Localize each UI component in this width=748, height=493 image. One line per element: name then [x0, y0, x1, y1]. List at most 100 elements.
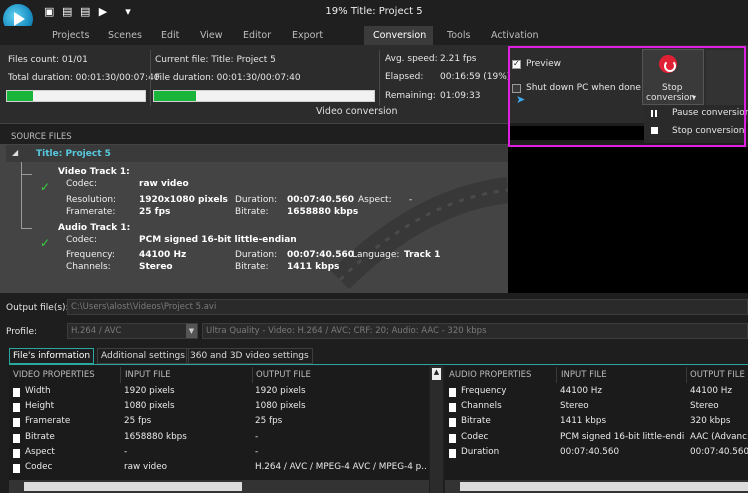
- profile-select[interactable]: H.264 / AVC: [67, 323, 198, 339]
- collapse-arrow-icon[interactable]: ◢: [12, 148, 18, 157]
- aspect-label: Aspect:: [358, 195, 392, 205]
- subtab-additional-settings[interactable]: Additional settings: [97, 348, 189, 364]
- video-cell-property: Codec: [25, 462, 53, 472]
- audio-duration-label: Duration:: [235, 250, 278, 260]
- audio-table-row[interactable]: [445, 415, 446, 416]
- video-table-row[interactable]: [9, 385, 10, 386]
- video-duration-label: Duration:: [235, 195, 278, 205]
- profile-select-value: H.264 / AVC: [71, 326, 122, 336]
- remaining-value: 01:09:33: [440, 91, 481, 101]
- files-count: Files count: 01/01: [8, 55, 88, 65]
- video-cell-property: Framerate: [25, 416, 71, 427]
- video-track-label: Video Track 1:: [58, 167, 130, 177]
- audio-cell-property: Bitrate: [461, 416, 491, 427]
- audio-cell-input: 1411 kbps: [560, 416, 607, 427]
- property-file-icon: [449, 403, 456, 413]
- scroll-up-icon[interactable]: ▲: [432, 368, 441, 380]
- framerate-value: 25 fps: [139, 207, 171, 217]
- video-cell-output: 1920 pixels: [255, 386, 306, 396]
- video-table-row[interactable]: [9, 446, 10, 447]
- audio-cell-output: Stereo: [690, 401, 719, 412]
- framerate-label: Framerate:: [66, 207, 116, 217]
- video-table-row[interactable]: [9, 400, 10, 401]
- current-file: Current file: Title: Project 5: [155, 55, 276, 65]
- audio-cell-output: 320 kbps: [690, 416, 731, 427]
- video-table-row[interactable]: [9, 431, 10, 432]
- video-cell-input: 1920 pixels: [124, 386, 175, 396]
- tree-line: [21, 162, 22, 228]
- subtab-files-information[interactable]: File's information: [9, 348, 95, 364]
- frequency-value: 44100 Hz: [139, 250, 187, 260]
- property-file-icon: [449, 433, 456, 443]
- audio-cell-property: Duration: [461, 446, 500, 457]
- audio-cell-property: Frequency: [461, 386, 507, 396]
- profile-description-field[interactable]: Ultra Quality - Video: H.264 / AVC; CRF:…: [202, 323, 748, 339]
- tab-projects[interactable]: Projects: [52, 26, 92, 45]
- audio-table-row[interactable]: [445, 446, 446, 447]
- video-table-row[interactable]: [9, 415, 10, 416]
- preview-area: [508, 147, 748, 293]
- window-title: 19% Title: Project 5: [325, 6, 423, 17]
- resolution-label: Resolution:: [66, 195, 117, 205]
- audio-cell-input: PCM signed 16-bit little-endi...: [560, 431, 684, 442]
- column-divider: [120, 367, 121, 383]
- tab-export-project[interactable]: Export project: [292, 26, 358, 60]
- property-file-icon: [13, 403, 20, 413]
- column-divider: [252, 367, 253, 383]
- audio-table-row[interactable]: [445, 385, 446, 386]
- audio-col-output: OUTPUT FILE: [690, 370, 745, 380]
- audio-h-scroll-thumb[interactable]: [460, 482, 748, 491]
- property-file-icon: [13, 388, 20, 397]
- property-file-icon: [13, 448, 20, 458]
- audio-cell-property: Codec: [461, 431, 489, 442]
- file-duration: File duration: 00:01:30/00:07:40: [155, 73, 301, 83]
- tab-edit[interactable]: Edit: [161, 26, 187, 45]
- audio-bitrate-value: 1411 kbps: [287, 262, 340, 272]
- aspect-value: -: [409, 195, 413, 205]
- tab-tools[interactable]: Tools: [447, 26, 477, 45]
- video-table-row[interactable]: [9, 461, 10, 462]
- tree-line: [21, 174, 32, 175]
- video-h-scroll-thumb[interactable]: [24, 482, 242, 491]
- video-cell-output: H.264 / AVC / MPEG-4 AVC / MPEG-4 p...: [255, 462, 427, 472]
- total-duration: Total duration: 00:01:30/00:07:40: [8, 73, 160, 83]
- video-bitrate-label: Bitrate:: [235, 207, 269, 217]
- elapsed-label: Elapsed:: [385, 72, 424, 82]
- tab-activation[interactable]: Activation: [491, 26, 541, 45]
- video-codec-label: Codec:: [66, 179, 98, 189]
- video-cell-output: -: [255, 446, 259, 457]
- remaining-label: Remaining:: [385, 91, 436, 101]
- group-divider: [150, 50, 151, 106]
- source-title: Title: Project 5: [36, 149, 111, 159]
- audio-cell-output: AAC (Advanc: [690, 431, 747, 442]
- video-duration-value: 00:07:40.560: [287, 195, 354, 205]
- video-cell-input: raw video: [124, 462, 168, 472]
- audio-cell-output: 00:07:40.560: [690, 446, 748, 457]
- profile-dropdown-icon[interactable]: ▼: [186, 324, 197, 338]
- video-table-scrollbar[interactable]: [430, 366, 443, 493]
- video-cell-property: Height: [25, 401, 55, 412]
- property-file-icon: [449, 418, 456, 428]
- audio-col-input: INPUT FILE: [561, 370, 607, 380]
- video-cell-property: Aspect: [25, 446, 55, 457]
- tab-conversion[interactable]: Conversion: [364, 26, 433, 45]
- tab-scenes[interactable]: Scenes: [108, 26, 144, 45]
- audio-cell-input: Stereo: [560, 401, 589, 412]
- video-codec-value: raw video: [139, 179, 189, 189]
- tab-editor[interactable]: Editor: [243, 26, 277, 45]
- audio-table-row[interactable]: [445, 431, 446, 432]
- video-track-check-icon: ✓: [40, 180, 51, 194]
- output-path-field[interactable]: C:\Users\alost\Videos\Project 5.avi: [67, 299, 748, 315]
- property-file-icon: [13, 464, 20, 473]
- video-cell-output: 25 fps: [255, 416, 283, 427]
- subtab-360-3d-settings[interactable]: 360 and 3D video settings: [186, 348, 313, 364]
- audio-codec-label: Codec:: [66, 235, 98, 245]
- tab-view[interactable]: View: [200, 26, 230, 45]
- audio-track-label: Audio Track 1:: [58, 223, 131, 233]
- video-col-properties: VIDEO PROPERTIES: [13, 370, 95, 380]
- file-progress-bar: [153, 90, 375, 102]
- channels-value: Stereo: [139, 262, 173, 272]
- audio-duration-value: 00:07:40.560: [287, 250, 354, 260]
- audio-table-row[interactable]: [445, 400, 446, 401]
- audio-bitrate-label: Bitrate:: [235, 262, 269, 272]
